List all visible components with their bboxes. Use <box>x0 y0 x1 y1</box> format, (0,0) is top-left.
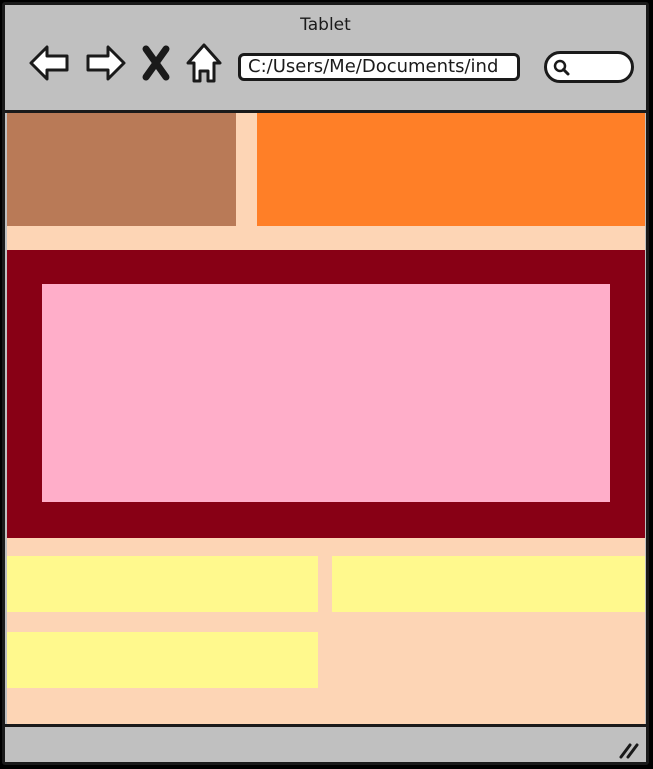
address-bar[interactable]: C:/Users/Me/Documents/ind <box>238 53 520 81</box>
resize-grip-icon[interactable] <box>618 741 640 759</box>
hero-section <box>7 250 645 538</box>
page-content <box>7 113 645 724</box>
back-arrow-icon <box>27 41 71 85</box>
browser-window: Tablet C:/Users/Me/Documents/ind <box>2 2 649 765</box>
home-button[interactable] <box>182 41 226 85</box>
tile-2 <box>332 556 645 612</box>
tile-3 <box>7 632 318 688</box>
hero-inner-panel <box>42 284 610 502</box>
forward-arrow-icon <box>84 41 128 85</box>
forward-button[interactable] <box>84 41 128 85</box>
back-button[interactable] <box>27 41 71 85</box>
search-box[interactable] <box>544 51 634 83</box>
header-right-block <box>257 113 645 226</box>
header-left-block <box>7 113 236 226</box>
tile-1 <box>7 556 318 612</box>
window-title: Tablet <box>300 15 351 35</box>
stop-x-icon <box>138 41 174 85</box>
home-icon <box>182 41 226 85</box>
browser-toolbar: Tablet C:/Users/Me/Documents/ind <box>5 5 646 113</box>
stop-button[interactable] <box>138 41 174 85</box>
status-bar <box>5 724 646 762</box>
